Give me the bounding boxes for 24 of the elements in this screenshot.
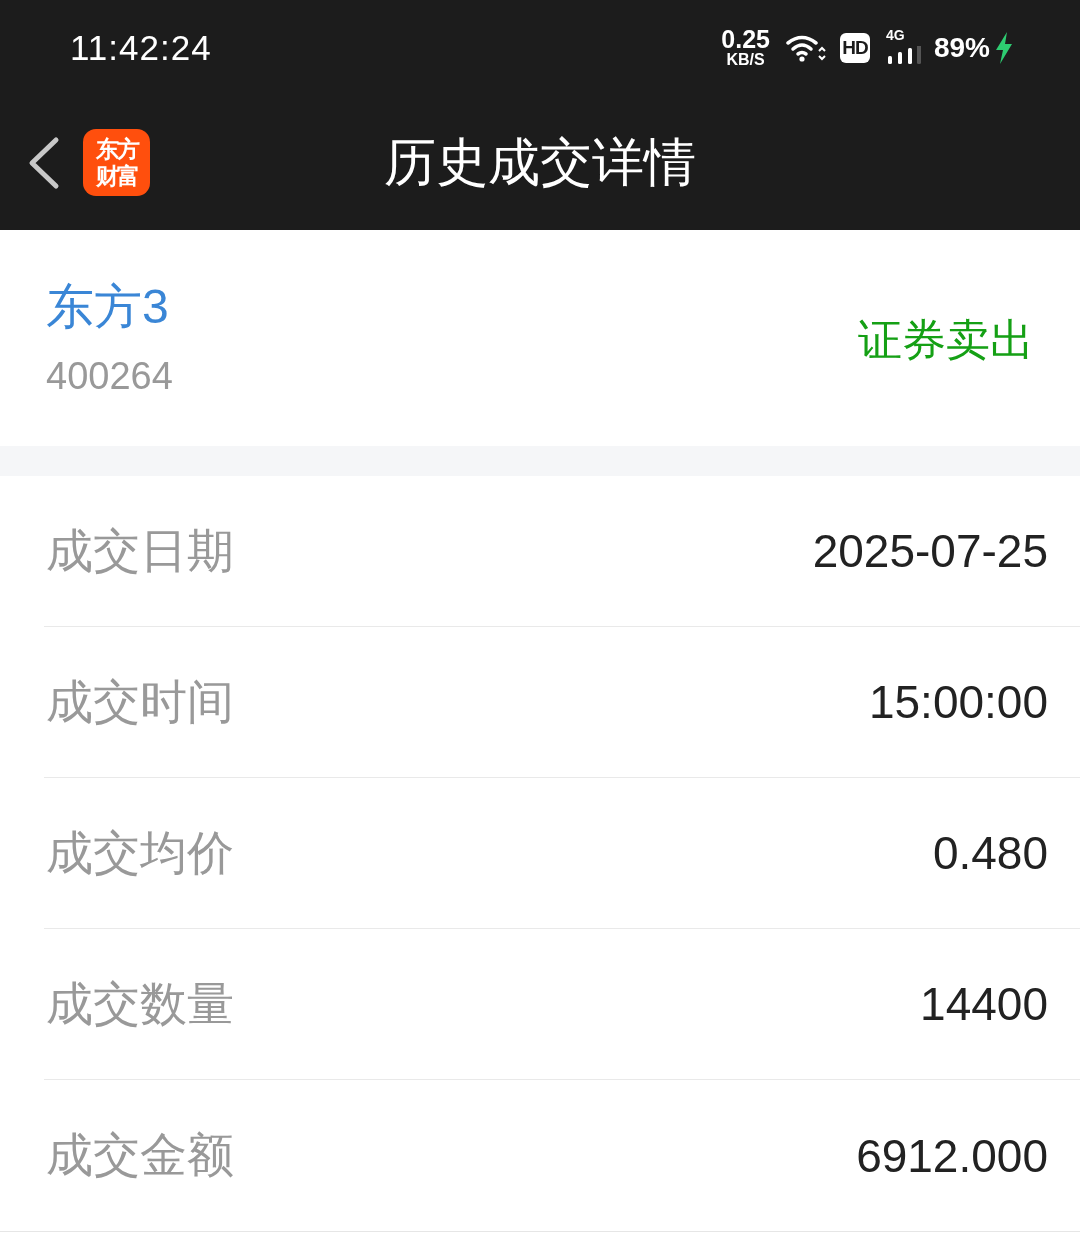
detail-value: 6912.000 — [856, 1128, 1048, 1183]
detail-label: 成交金额 — [46, 1127, 234, 1183]
page-title: 历史成交详情 — [384, 131, 696, 193]
signal-bars-icon — [885, 45, 922, 64]
hd-badge: HD — [839, 32, 870, 63]
detail-label: 成交均价 — [46, 824, 234, 881]
detail-label: 成交数量 — [46, 975, 234, 1032]
battery-level: 89% — [933, 31, 990, 64]
detail-value: 2025-07-25 — [812, 524, 1048, 578]
status-time: 11:42:24 — [70, 27, 212, 68]
network-speed-unit: KB/S — [726, 52, 765, 68]
stock-code: 400264 — [46, 355, 173, 397]
network-speed: 0.25 — [721, 27, 770, 52]
detail-label: 成交日期 — [46, 522, 234, 579]
network-type: 4G — [885, 27, 905, 42]
detail-value: 0.480 — [932, 826, 1048, 880]
wifi-icon — [785, 33, 826, 62]
stock-name: 东方3 — [46, 279, 170, 335]
detail-value: 15:00:00 — [868, 675, 1048, 729]
trade-direction: 证券卖出 — [858, 313, 1034, 366]
detail-label: 成交时间 — [46, 673, 234, 730]
logo-text: 东方 — [95, 135, 138, 163]
logo-text: 财富 — [95, 162, 138, 190]
detail-value: 14400 — [920, 977, 1048, 1031]
